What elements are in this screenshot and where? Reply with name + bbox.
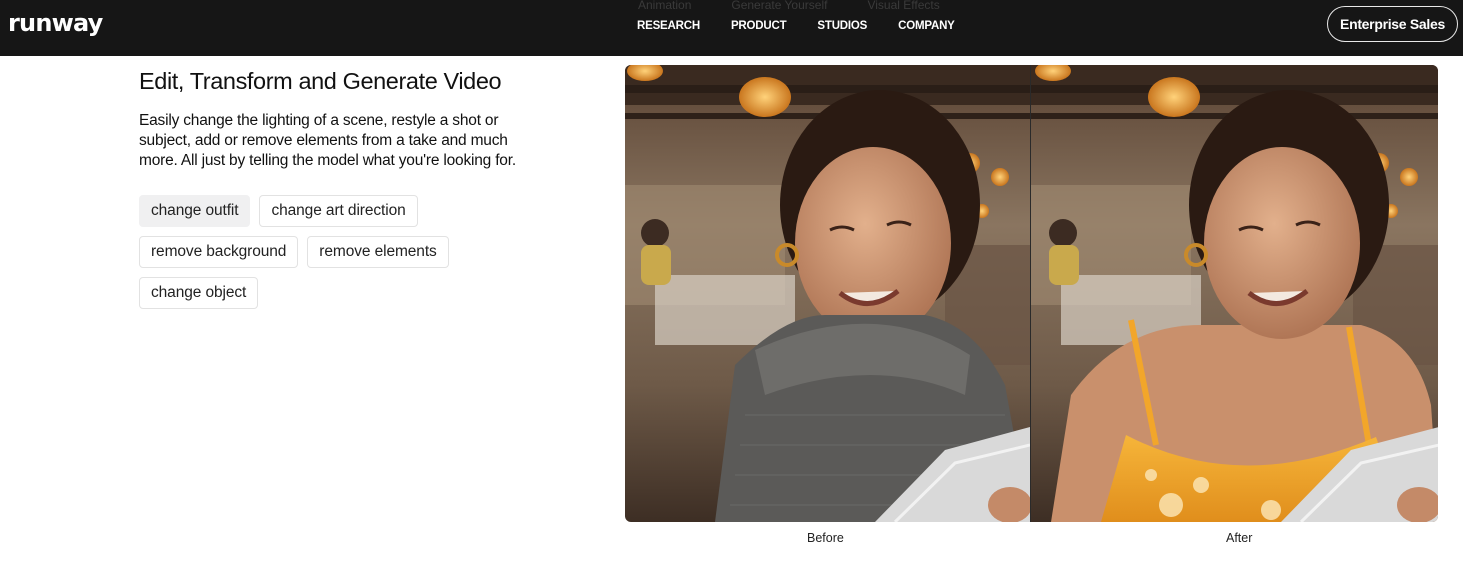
nav-research[interactable]: RESEARCH bbox=[637, 18, 700, 34]
nav-studios[interactable]: STUDIOS bbox=[817, 18, 867, 34]
before-after-comparison bbox=[625, 65, 1438, 522]
top-navigation-bar: Animation Generate Yourself Visual Effec… bbox=[0, 0, 1463, 56]
ghost-nav-item[interactable]: Animation bbox=[638, 0, 691, 12]
ghost-nav-item[interactable]: Visual Effects bbox=[867, 0, 939, 12]
main-nav: RESEARCH PRODUCT STUDIOS COMPANY bbox=[637, 18, 986, 34]
runway-logo[interactable]: runway bbox=[8, 8, 103, 38]
nav-company[interactable]: COMPANY bbox=[898, 18, 955, 34]
chip-change-object[interactable]: change object bbox=[139, 277, 259, 309]
enterprise-sales-button[interactable]: Enterprise Sales bbox=[1327, 6, 1458, 42]
chip-remove-elements[interactable]: remove elements bbox=[307, 236, 449, 268]
ghost-nav-item[interactable]: Generate Yourself bbox=[731, 0, 827, 12]
secondary-nav-faded: Animation Generate Yourself Visual Effec… bbox=[638, 0, 940, 12]
chip-change-outfit[interactable]: change outfit bbox=[139, 195, 251, 227]
before-image bbox=[625, 65, 1030, 522]
chip-change-art-direction[interactable]: change art direction bbox=[259, 195, 418, 227]
after-caption: After bbox=[1226, 531, 1253, 545]
section-description: Easily change the lighting of a scene, r… bbox=[139, 112, 516, 169]
before-caption: Before bbox=[807, 531, 844, 545]
section-title: Edit, Transform and Generate Video bbox=[139, 68, 502, 94]
chip-remove-background[interactable]: remove background bbox=[139, 236, 299, 268]
nav-product[interactable]: PRODUCT bbox=[731, 18, 787, 34]
after-image bbox=[1030, 65, 1438, 522]
prompt-chip-group: change outfit change art direction remov… bbox=[139, 195, 459, 309]
